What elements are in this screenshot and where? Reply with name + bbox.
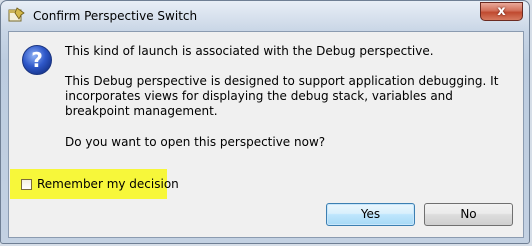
dialog-body: ? This kind of launch is associated with… xyxy=(8,31,524,238)
yes-button[interactable]: Yes xyxy=(326,203,415,226)
remember-label[interactable]: Remember my decision xyxy=(37,177,179,191)
no-button[interactable]: No xyxy=(424,203,513,226)
question-text: Do you want to open this perspective now… xyxy=(65,135,326,149)
message-line-2: This Debug perspective is designed to su… xyxy=(65,74,499,118)
perspective-icon xyxy=(8,7,25,22)
close-button[interactable]: x xyxy=(480,2,523,21)
question-glyph: ? xyxy=(31,48,43,72)
window-title: Confirm Perspective Switch xyxy=(33,9,198,23)
remember-checkbox[interactable] xyxy=(21,179,32,190)
title-bar[interactable]: Confirm Perspective Switch x xyxy=(1,1,529,31)
dialog-window: Confirm Perspective Switch x ? This kind… xyxy=(0,0,530,244)
question-icon: ? xyxy=(22,45,52,75)
message-line-1: This kind of launch is associated with t… xyxy=(65,44,434,58)
close-icon: x xyxy=(497,4,506,19)
